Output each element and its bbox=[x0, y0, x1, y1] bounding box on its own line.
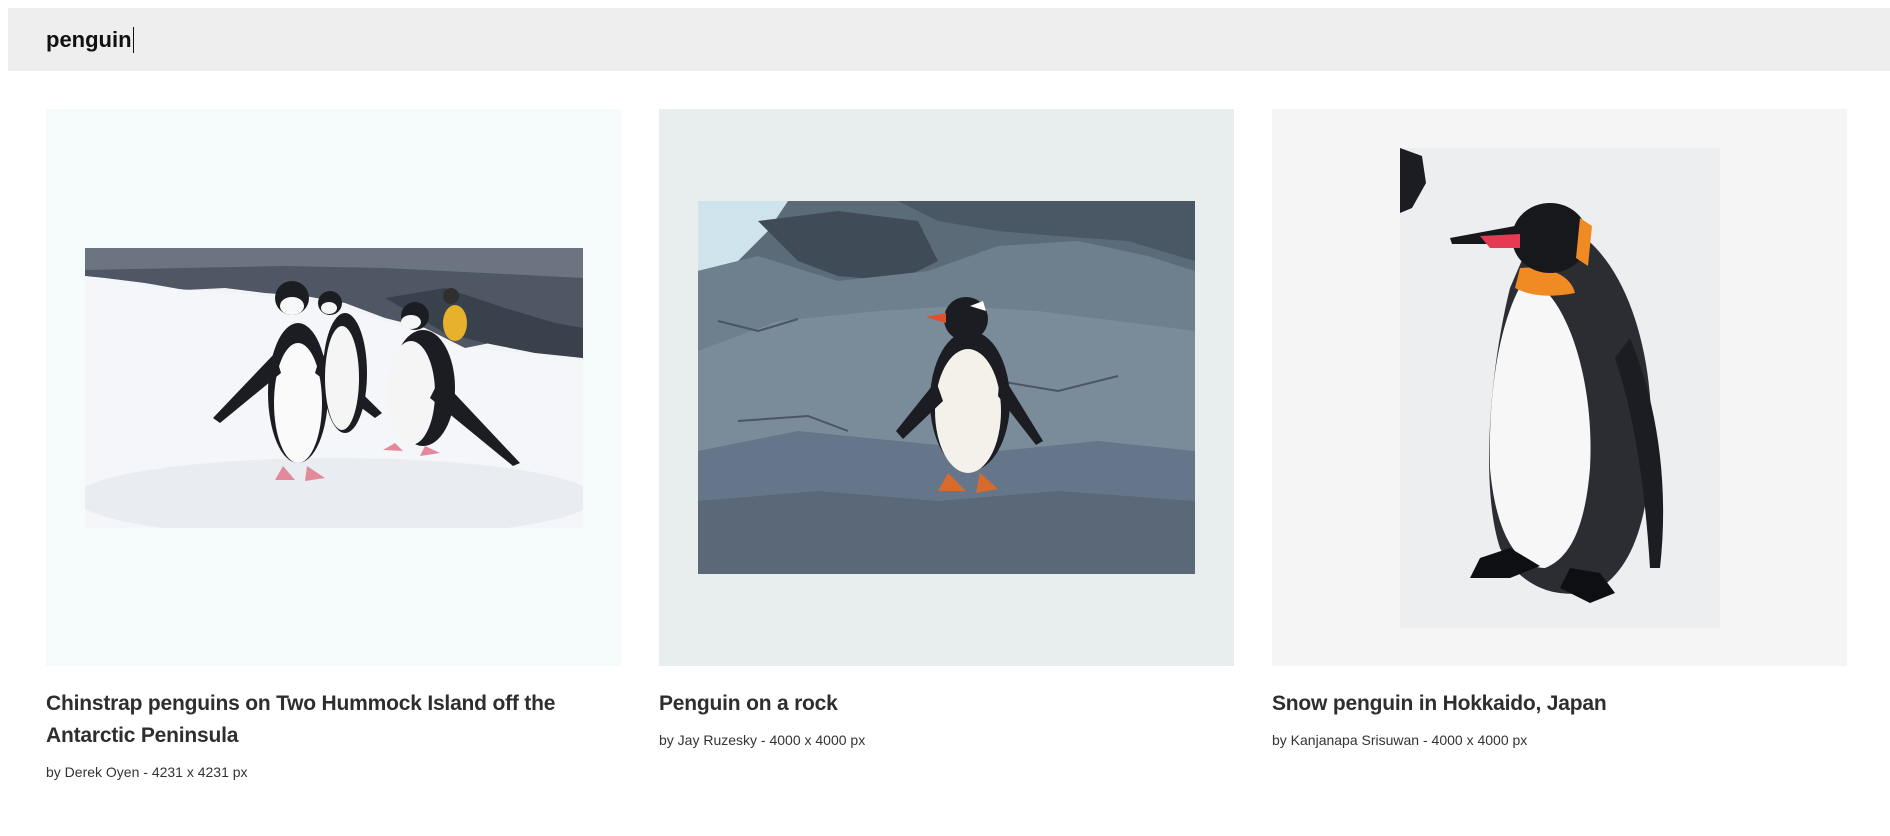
text-caret bbox=[132, 26, 134, 53]
results-grid: Chinstrap penguins on Two Hummock Island… bbox=[46, 109, 1847, 780]
result-meta: by Derek Oyen - 4231 x 4231 px bbox=[46, 764, 248, 780]
result-title[interactable]: Chinstrap penguins on Two Hummock Island… bbox=[46, 688, 621, 752]
result-card[interactable]: Snow penguin in Hokkaido, Japan by Kanja… bbox=[1272, 109, 1847, 780]
search-bar: penguin bbox=[8, 8, 1890, 71]
result-card[interactable]: Penguin on a rock by Jay Ruzesky - 4000 … bbox=[659, 109, 1234, 780]
gentoo-penguin-photo[interactable] bbox=[698, 201, 1195, 574]
result-image-frame[interactable] bbox=[659, 109, 1234, 666]
result-title[interactable]: Penguin on a rock bbox=[659, 688, 1234, 720]
result-image-frame[interactable] bbox=[46, 109, 621, 666]
king-penguin-photo[interactable] bbox=[1399, 147, 1720, 628]
result-title[interactable]: Snow penguin in Hokkaido, Japan bbox=[1272, 688, 1847, 720]
result-meta: by Jay Ruzesky - 4000 x 4000 px bbox=[659, 732, 866, 748]
result-card[interactable]: Chinstrap penguins on Two Hummock Island… bbox=[46, 109, 621, 780]
search-input[interactable]: penguin bbox=[46, 26, 134, 53]
result-meta: by Kanjanapa Srisuwan - 4000 x 4000 px bbox=[1272, 732, 1528, 748]
chinstrap-penguins-photo[interactable] bbox=[84, 247, 583, 528]
search-input-text: penguin bbox=[46, 26, 132, 52]
result-image-frame[interactable] bbox=[1272, 109, 1847, 666]
